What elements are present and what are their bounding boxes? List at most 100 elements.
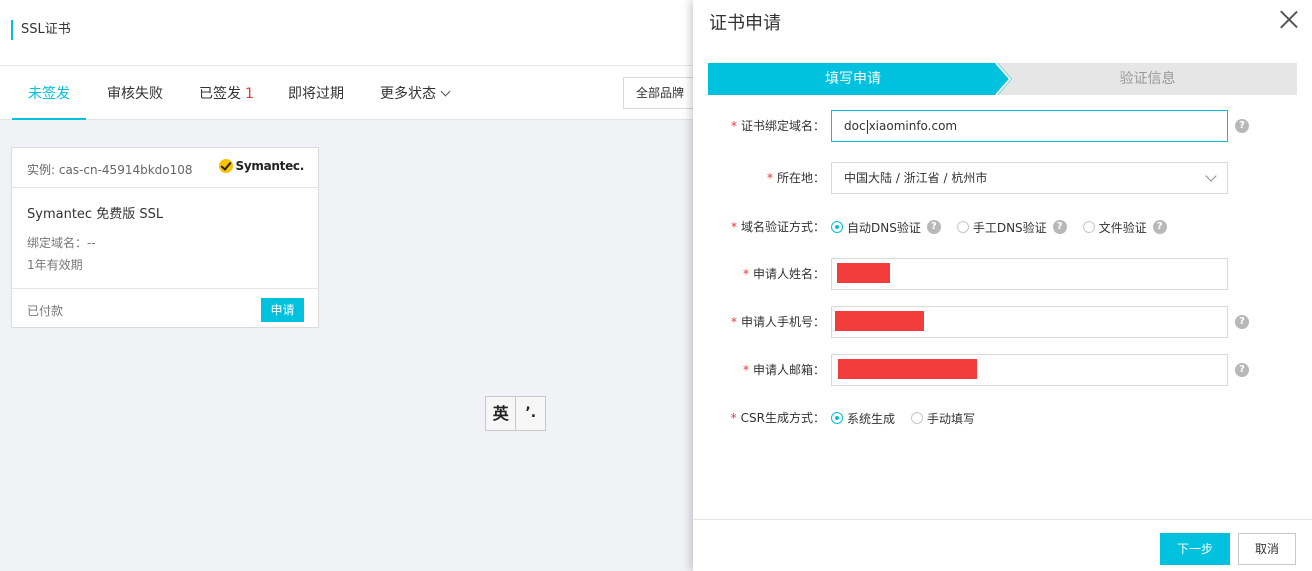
required-mark: *	[742, 267, 749, 281]
help-icon[interactable]: ?	[926, 220, 941, 234]
help-icon[interactable]: ?	[1235, 119, 1249, 133]
csr-radio-group: 系统生成 手动填写	[831, 402, 991, 434]
radio-manual-dns[interactable]: 手工DNS验证?	[956, 219, 1067, 236]
radio-label: 手动填写	[927, 411, 976, 426]
help-icon[interactable]: ?	[1052, 220, 1067, 234]
location-value: 中国大陆 / 浙江省 / 杭州市	[844, 171, 988, 185]
ime-mode-toggle[interactable]: 英	[486, 397, 515, 430]
label-text: 申请人邮箱：	[752, 363, 825, 377]
help-icon[interactable]: ?	[1235, 363, 1249, 377]
tab-label: 更多状态	[380, 86, 436, 102]
applicant-email-label: * 申请人邮箱：	[743, 354, 825, 386]
radio-label: 系统生成	[847, 411, 896, 426]
text-caret	[866, 119, 868, 134]
close-icon[interactable]	[1280, 10, 1298, 28]
domain-input[interactable]: doc xiaominfo.com	[831, 110, 1228, 142]
verify-method-radio-group: 自动DNS验证? 手工DNS验证? 文件验证?	[831, 211, 1183, 243]
location-label: * 所在地：	[767, 162, 825, 194]
label-text: 所在地：	[776, 171, 825, 185]
label-text: CSR生成方式：	[740, 411, 825, 425]
step-verify-info: 验证信息	[1119, 71, 1176, 87]
tab-label: 未签发	[28, 86, 70, 102]
next-step-button[interactable]: 下一步	[1160, 533, 1230, 565]
drawer-footer: 下一步 取消	[693, 519, 1312, 571]
redaction-block	[835, 311, 924, 331]
form-row-domain: * 证书绑定域名： doc xiaominfo.com ?	[693, 110, 1312, 142]
applicant-phone-label: * 申请人手机号：	[731, 306, 825, 338]
domain-value-part: xiaominfo.com	[868, 119, 958, 133]
radio-unchecked-icon	[911, 412, 924, 424]
radio-label: 自动DNS验证	[847, 220, 921, 235]
card-footer: 已付款 申请	[12, 288, 318, 328]
radio-label: 手工DNS验证	[972, 220, 1047, 235]
radio-checked-icon	[831, 221, 843, 233]
cancel-button[interactable]: 取消	[1238, 533, 1296, 565]
applicant-phone-input[interactable]	[831, 306, 1228, 338]
redaction-block	[838, 359, 977, 379]
form-row-csr: * CSR生成方式： 系统生成 手动填写	[693, 402, 1312, 434]
ime-punct-toggle[interactable]: ’.	[515, 397, 545, 430]
applicant-name-label: * 申请人姓名：	[743, 258, 825, 290]
drawer-title: 证书申请	[709, 13, 781, 34]
tab-expiring[interactable]: 即将过期	[272, 66, 360, 120]
certificate-card: 实例: cas-cn-45914bkdo108 Symantec. Symant…	[11, 147, 319, 328]
required-mark: *	[730, 119, 737, 133]
tab-issued[interactable]: 已签发 1	[183, 66, 270, 120]
applicant-email-input[interactable]	[831, 354, 1228, 386]
brand-name: Symantec.	[235, 159, 305, 173]
product-name: Symantec 免费版 SSL	[27, 207, 164, 222]
label-text: 申请人姓名：	[752, 267, 825, 281]
form-row-applicant-email: * 申请人邮箱： ?	[693, 354, 1312, 386]
radio-auto-dns[interactable]: 自动DNS验证?	[831, 219, 941, 236]
instance-id: 实例: cas-cn-45914bkdo108	[27, 163, 193, 177]
tab-unissued[interactable]: 未签发	[12, 66, 86, 120]
required-mark: *	[766, 171, 773, 185]
symantec-logo: Symantec.	[218, 159, 305, 173]
label-text: 申请人手机号：	[740, 315, 825, 329]
label-text: 域名验证方式：	[740, 220, 825, 234]
radio-file-verify[interactable]: 文件验证?	[1082, 219, 1167, 236]
required-mark: *	[730, 411, 737, 425]
location-select[interactable]: 中国大陆 / 浙江省 / 杭州市	[831, 162, 1228, 194]
step-indicator: 填写申请 验证信息	[708, 63, 1297, 95]
tab-label: 已签发	[199, 86, 241, 102]
csr-label: * CSR生成方式：	[731, 402, 825, 434]
radio-unchecked-icon	[956, 221, 969, 233]
radio-system-generate[interactable]: 系统生成	[831, 410, 895, 427]
radio-unchecked-icon	[1082, 221, 1095, 233]
domain-value-part: doc	[844, 119, 866, 133]
required-mark: *	[730, 220, 737, 234]
step-fill-application: 填写申请	[825, 71, 881, 87]
validity-period: 1年有效期	[27, 258, 83, 272]
chevron-down-icon	[1205, 170, 1217, 182]
certificate-apply-drawer: 证书申请 填写申请 验证信息 * 证书绑定域名： doc xiaominfo.com…	[693, 0, 1312, 571]
required-mark: *	[742, 363, 749, 377]
page-title: SSL证书	[11, 20, 71, 40]
card-header: 实例: cas-cn-45914bkdo108 Symantec.	[12, 148, 318, 188]
redaction-block	[837, 263, 890, 283]
radio-checked-icon	[831, 412, 843, 424]
verify-method-label: * 域名验证方式：	[731, 211, 825, 243]
required-mark: *	[730, 315, 737, 329]
label-text: 证书绑定域名：	[740, 119, 825, 133]
tab-more-status[interactable]: 更多状态	[364, 66, 465, 120]
check-icon	[218, 159, 233, 173]
form-row-location: * 所在地： 中国大陆 / 浙江省 / 杭州市	[693, 162, 1312, 194]
form-row-verify-method: * 域名验证方式： 自动DNS验证? 手工DNS验证? 文件验证?	[693, 211, 1312, 243]
chevron-down-icon	[440, 86, 451, 97]
help-icon[interactable]: ?	[1235, 315, 1249, 329]
apply-button[interactable]: 申请	[261, 298, 304, 322]
tab-label: 即将过期	[288, 86, 344, 102]
radio-label: 文件验证	[1098, 220, 1147, 235]
applicant-name-input[interactable]	[831, 258, 1228, 290]
tab-review-failed[interactable]: 审核失败	[91, 66, 179, 120]
help-icon[interactable]: ?	[1152, 220, 1167, 234]
radio-manual-fill[interactable]: 手动填写	[911, 410, 975, 427]
ime-toolbar[interactable]: 英 ’.	[485, 396, 546, 431]
tab-label: 审核失败	[107, 86, 163, 102]
form-row-applicant-name: * 申请人姓名：	[693, 258, 1312, 290]
bound-domain: 绑定域名：--	[27, 236, 96, 250]
form-row-applicant-phone: * 申请人手机号： ?	[693, 306, 1312, 338]
tab-count-badge: 1	[245, 86, 254, 102]
domain-label: * 证书绑定域名：	[731, 110, 825, 142]
